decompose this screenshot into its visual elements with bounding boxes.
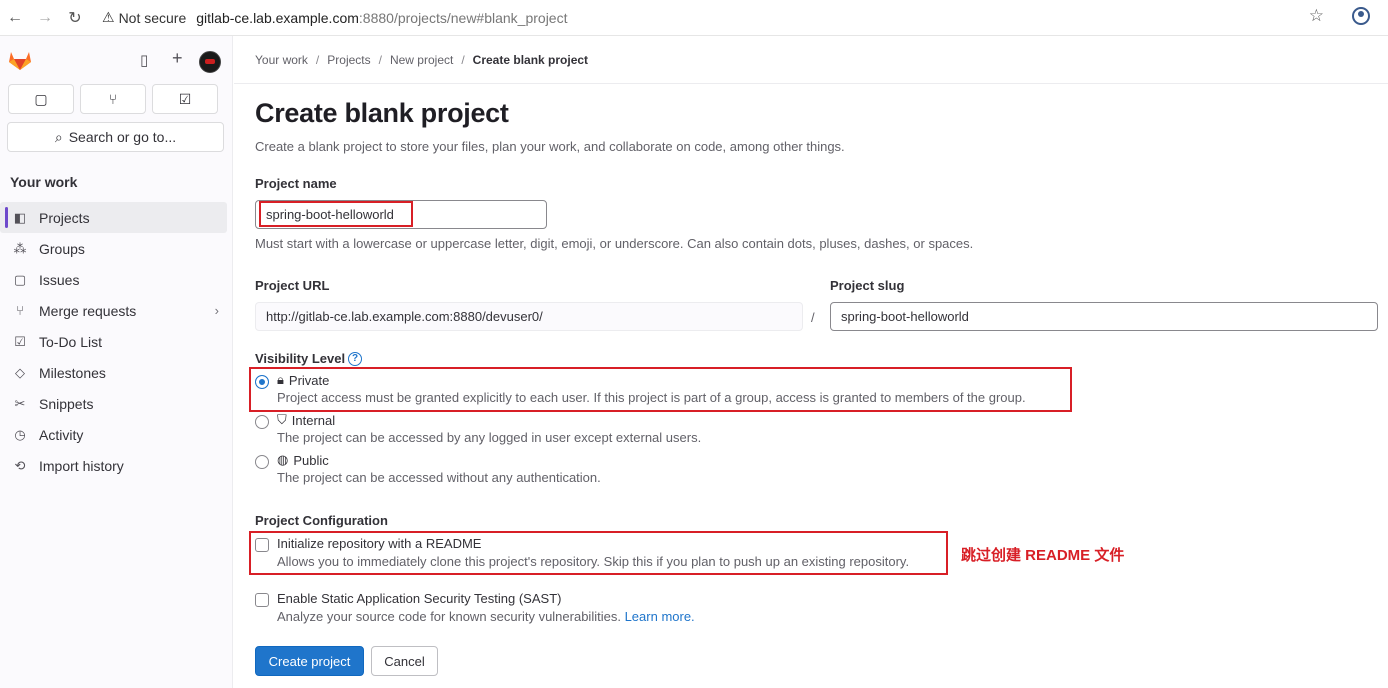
bookmark-star-icon[interactable]: ☆	[1309, 6, 1324, 26]
gitlab-logo-icon[interactable]	[8, 49, 32, 71]
sidebar-item-issues[interactable]: ▢ Issues	[0, 264, 227, 295]
sidebar-section-title: Your work	[10, 174, 78, 190]
sidebar: ▯ + ▢ ⑂ ☑ ⌕ Search or go to... Your work…	[0, 36, 233, 688]
page-title: Create blank project	[255, 98, 509, 128]
sidebar-item-activity[interactable]: ◷ Activity	[0, 419, 227, 450]
quick-actions: ▢ ⑂ ☑	[0, 84, 232, 114]
merge-requests-button[interactable]: ⑂	[80, 84, 146, 114]
sidebar-header: ▯ +	[0, 36, 232, 84]
breadcrumb-separator: /	[461, 52, 465, 67]
breadcrumb-separator: /	[378, 52, 382, 67]
issues-icon: ▢	[34, 90, 48, 107]
visibility-internal-radio[interactable]	[255, 415, 269, 429]
project-configuration-label: Project Configuration	[255, 513, 388, 528]
breadcrumb-projects[interactable]: Projects	[327, 53, 370, 67]
sidebar-item-projects[interactable]: ◧ Projects	[0, 202, 227, 233]
project-url-field: http://gitlab-ce.lab.example.com:8880/de…	[255, 302, 803, 331]
todo-icon: ☑	[178, 90, 192, 107]
visibility-internal-title[interactable]: ⛉ Internal	[277, 412, 335, 428]
browser-toolbar: ← → ↻ ⚠ Not secure gitlab-ce.lab.example…	[0, 0, 1388, 36]
breadcrumb: Your work / Projects / New project / Cre…	[234, 36, 1388, 84]
sast-desc: Analyze your source code for known secur…	[277, 609, 621, 624]
issues-icon: ▢	[13, 271, 27, 287]
sidebar-item-merge-requests[interactable]: ⑂ Merge requests ›	[0, 295, 227, 326]
sast-title[interactable]: Enable Static Application Security Testi…	[277, 591, 561, 606]
main-content: Your work / Projects / New project / Cre…	[234, 36, 1388, 688]
activity-icon: ◷	[14, 426, 26, 442]
annotation-text: 跳过创建 README 文件	[961, 547, 1125, 564]
learn-more-link[interactable]: Learn more.	[625, 609, 695, 624]
toggle-sidebar-icon[interactable]: ▯	[140, 51, 148, 69]
visibility-internal-desc: The project can be accessed by any logge…	[277, 430, 702, 445]
breadcrumb-current[interactable]: Create blank project	[473, 53, 588, 67]
milestone-icon: ◇	[15, 364, 25, 380]
cancel-button[interactable]: Cancel	[371, 646, 438, 676]
project-url-label: Project URL	[255, 278, 330, 293]
sidebar-item-snippets[interactable]: ✂ Snippets	[0, 388, 227, 419]
visibility-private-radio[interactable]	[255, 375, 269, 389]
page-intro: Create a blank project to store your fil…	[255, 139, 845, 154]
form-area: Create blank project Create a blank proj…	[249, 84, 1380, 676]
avatar[interactable]	[199, 51, 221, 73]
create-project-button[interactable]: Create project	[255, 646, 364, 676]
url-slash: /	[811, 310, 815, 325]
breadcrumb-new-project[interactable]: New project	[390, 53, 453, 67]
assigned-issues-button[interactable]: ▢	[8, 84, 74, 114]
project-name-help: Must start with a lowercase or uppercase…	[255, 236, 974, 251]
breadcrumb-separator: /	[315, 52, 320, 67]
project-slug-label: Project slug	[830, 278, 905, 293]
forward-icon[interactable]: →	[30, 3, 60, 33]
todo-button[interactable]: ☑	[152, 84, 218, 114]
group-icon: ⁂	[13, 240, 27, 256]
reload-icon[interactable]: ↻	[60, 3, 90, 33]
visibility-private-title[interactable]: 🔒︎ Private	[277, 372, 329, 388]
search-icon: ⌕	[54, 128, 63, 145]
search-button[interactable]: ⌕ Search or go to...	[7, 122, 224, 152]
visibility-private-desc: Project access must be granted explicitl…	[277, 390, 1026, 405]
breadcrumb-your-work[interactable]: Your work	[255, 53, 308, 67]
project-url-value: http://gitlab-ce.lab.example.com:8880/de…	[266, 309, 543, 324]
lock-icon: 🔒︎	[277, 372, 284, 387]
snippet-icon: ✂	[14, 395, 26, 411]
visibility-public-title[interactable]: ◍ Public	[277, 452, 329, 468]
back-icon[interactable]: ←	[0, 3, 30, 33]
help-icon[interactable]: ?	[348, 351, 363, 366]
not-secure-indicator[interactable]: ⚠ Not secure	[96, 9, 196, 26]
project-name-label: Project name	[255, 176, 337, 191]
sidebar-item-import-history[interactable]: ⟲ Import history	[0, 450, 227, 481]
todo-icon: ☑	[14, 333, 26, 349]
sast-checkbox[interactable]	[255, 593, 269, 607]
visibility-public-desc: The project can be accessed without any …	[277, 470, 601, 485]
visibility-level-label: Visibility Level ?	[255, 351, 363, 366]
readme-desc: Allows you to immediately clone this pro…	[277, 554, 910, 569]
warning-icon: ⚠	[102, 9, 115, 25]
shield-icon: ⛉	[277, 412, 287, 427]
globe-icon: ◍	[277, 452, 289, 467]
address-bar[interactable]: ⚠ Not secure gitlab-ce.lab.example.com:8…	[96, 4, 567, 32]
project-slug-value: spring-boot-helloworld	[841, 309, 969, 324]
sast-desc-row: Analyze your source code for known secur…	[277, 609, 695, 624]
merge-request-icon: ⑂	[108, 91, 118, 107]
project-slug-input[interactable]: spring-boot-helloworld	[830, 302, 1378, 331]
sidebar-item-todo-list[interactable]: ☑ To-Do List	[0, 326, 227, 357]
url-path: :8880/projects/new#blank_project	[358, 9, 568, 26]
import-history-icon: ⟲	[14, 457, 26, 473]
url-host: gitlab-ce.lab.example.com	[196, 9, 359, 26]
profile-icon[interactable]	[1352, 7, 1370, 25]
sidebar-item-milestones[interactable]: ◇ Milestones	[0, 357, 227, 388]
sidebar-nav: ◧ Projects ⁂ Groups ▢ Issues ⑂ Merge req…	[0, 202, 232, 481]
merge-request-icon: ⑂	[16, 303, 24, 318]
create-new-icon[interactable]: +	[172, 48, 183, 69]
chevron-right-icon: ›	[214, 303, 219, 318]
project-icon: ◧	[13, 209, 27, 225]
sidebar-item-groups[interactable]: ⁂ Groups	[0, 233, 227, 264]
highlight-box-name	[259, 201, 413, 227]
visibility-public-radio[interactable]	[255, 455, 269, 469]
readme-checkbox[interactable]	[255, 538, 269, 552]
readme-title[interactable]: Initialize repository with a README	[277, 536, 481, 551]
